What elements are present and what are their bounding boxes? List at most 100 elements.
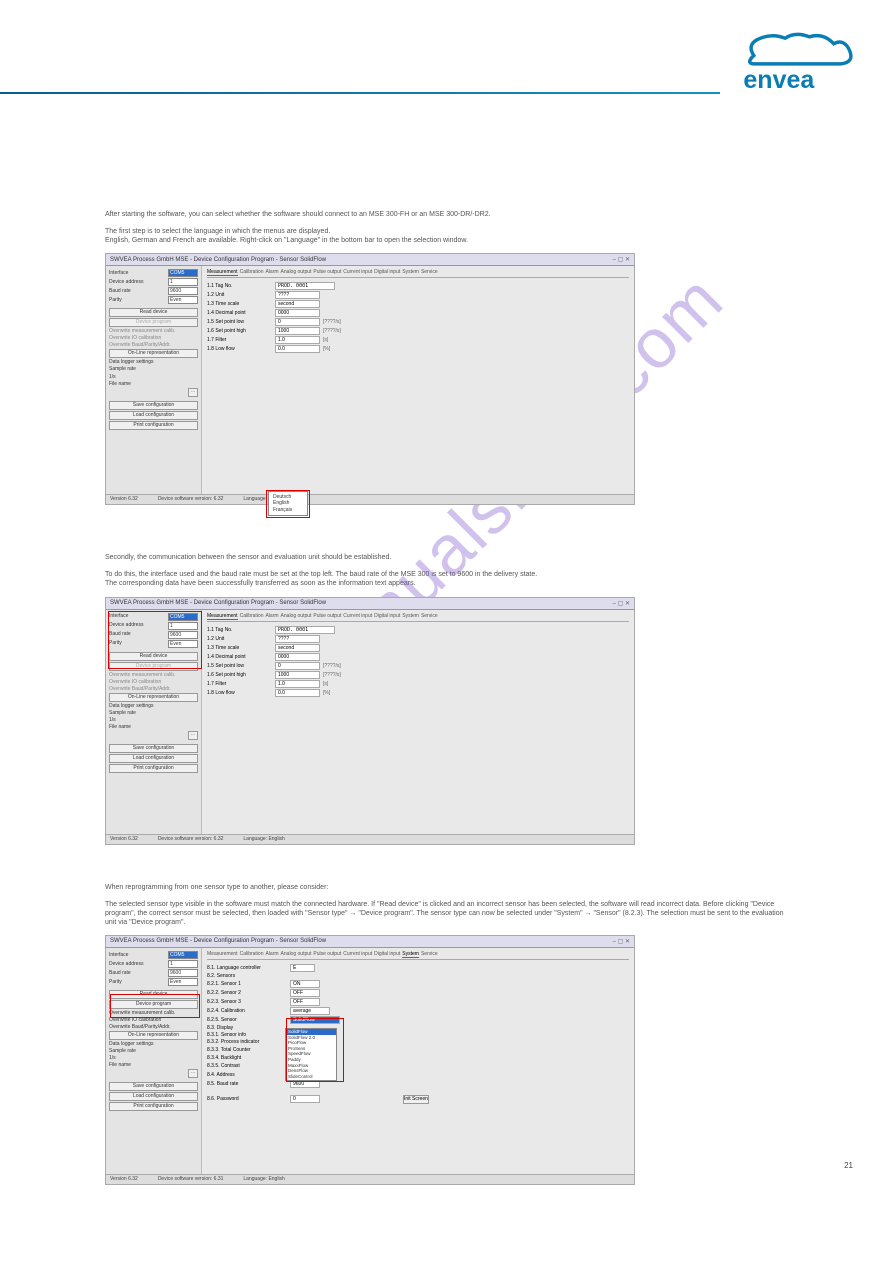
unit-input[interactable]: ???? xyxy=(275,291,320,299)
window-buttons[interactable]: – ▢ ✕ xyxy=(613,256,630,263)
status-language[interactable]: Language: xyxy=(243,496,267,503)
tab-alarm[interactable]: Alarm xyxy=(265,613,278,620)
tab-system[interactable]: System xyxy=(402,951,419,958)
interface-select[interactable]: COM5 xyxy=(168,951,198,959)
sensor3-select[interactable]: OFF xyxy=(290,998,320,1006)
tab-pulse-output[interactable]: Pulse output xyxy=(313,951,341,958)
device-address-select[interactable]: 1 xyxy=(168,960,198,968)
print-config-button[interactable]: Print configuration xyxy=(109,764,198,773)
password-input[interactable]: 0 xyxy=(290,1095,320,1103)
device-program-button[interactable]: Device program xyxy=(109,1000,198,1009)
device-address-select[interactable]: 1 xyxy=(168,622,198,630)
chk-overwrite-baud[interactable]: Overwrite Baud/Parity/Addr. xyxy=(109,686,198,692)
tab-digital-input[interactable]: Digital input xyxy=(374,269,400,276)
device-address-select[interactable]: 1 xyxy=(168,278,198,286)
read-device-button[interactable]: Read device xyxy=(109,990,198,999)
filename-input[interactable] xyxy=(109,731,186,740)
interface-select[interactable]: COM5 xyxy=(168,269,198,277)
interface-select[interactable]: COM5 xyxy=(168,613,198,621)
tab-alarm[interactable]: Alarm xyxy=(265,269,278,276)
baudrate-select[interactable]: 9600 xyxy=(168,631,198,639)
online-rep-button[interactable]: On-Line representation xyxy=(109,349,198,358)
tab-system[interactable]: System xyxy=(402,613,419,620)
samplerate-select[interactable]: 1/s xyxy=(109,374,139,380)
tab-service[interactable]: Service xyxy=(421,613,438,620)
chk-overwrite-meas[interactable]: Overwrite measurement calib. xyxy=(109,1010,198,1016)
online-rep-button[interactable]: On-Line representation xyxy=(109,693,198,702)
tab-analog-output[interactable]: Analog output xyxy=(281,269,312,276)
samplerate-select[interactable]: 1/s xyxy=(109,1055,139,1061)
setpointhigh-input[interactable]: 1000 xyxy=(275,671,320,679)
timescale-select[interactable]: second xyxy=(275,644,320,652)
status-language[interactable]: Language: English xyxy=(243,1176,284,1183)
parity-select[interactable]: Even xyxy=(168,640,198,648)
lang-controller-select[interactable]: E xyxy=(290,964,315,972)
tab-measurement[interactable]: Measurement xyxy=(207,951,238,958)
tab-system[interactable]: System xyxy=(402,269,419,276)
tab-analog-output[interactable]: Analog output xyxy=(281,951,312,958)
filename-input[interactable] xyxy=(109,388,186,397)
tab-measurement[interactable]: Measurement xyxy=(207,269,238,276)
samplerate-select[interactable]: 1/s xyxy=(109,717,139,723)
chk-overwrite-baud[interactable]: Overwrite Baud/Parity/Addr. xyxy=(109,342,198,348)
tagno-input[interactable]: PROD. 0001 xyxy=(275,626,335,634)
decimalpoint-select[interactable]: 0000 xyxy=(275,653,320,661)
filter-input[interactable]: 1.0 xyxy=(275,336,320,344)
language-menu[interactable]: Deutsch English Français xyxy=(268,491,308,517)
tab-pulse-output[interactable]: Pulse output xyxy=(313,269,341,276)
load-config-button[interactable]: Load configuration xyxy=(109,754,198,763)
chk-overwrite-meas[interactable]: Overwrite measurement calib. xyxy=(109,328,198,334)
dd-opt-slidecontrol[interactable]: SlideControl xyxy=(286,1074,336,1080)
read-device-button[interactable]: Read device xyxy=(109,308,198,317)
read-device-button[interactable]: Read device xyxy=(109,652,198,661)
tab-current-input[interactable]: Current input xyxy=(343,951,372,958)
tab-calibration[interactable]: Calibration xyxy=(240,269,264,276)
filename-input[interactable] xyxy=(109,1069,186,1078)
save-config-button[interactable]: Save configuration xyxy=(109,744,198,753)
online-rep-button[interactable]: On-Line representation xyxy=(109,1031,198,1040)
load-config-button[interactable]: Load configuration xyxy=(109,1092,198,1101)
setpointlow-input[interactable]: 0 xyxy=(275,318,320,326)
tab-current-input[interactable]: Current input xyxy=(343,269,372,276)
lowflow-input[interactable]: 0.0 xyxy=(275,345,320,353)
load-config-button[interactable]: Load configuration xyxy=(109,411,198,420)
baudrate-select[interactable]: 9600 xyxy=(168,969,198,977)
print-config-button[interactable]: Print configuration xyxy=(109,421,198,430)
unit-input[interactable]: ???? xyxy=(275,635,320,643)
timescale-select[interactable]: second xyxy=(275,300,320,308)
chk-overwrite-io[interactable]: Overwrite IO calibration xyxy=(109,1017,198,1023)
tab-calibration[interactable]: Calibration xyxy=(240,951,264,958)
tab-measurement[interactable]: Measurement xyxy=(207,613,238,620)
lowflow-input[interactable]: 0.0 xyxy=(275,689,320,697)
tab-current-input[interactable]: Current input xyxy=(343,613,372,620)
chk-overwrite-io[interactable]: Overwrite IO calibration xyxy=(109,335,198,341)
tagno-input[interactable]: PROD. 0001 xyxy=(275,282,335,290)
decimalpoint-select[interactable]: 0000 xyxy=(275,309,320,317)
chk-overwrite-meas[interactable]: Overwrite measurement calib. xyxy=(109,672,198,678)
device-program-button[interactable]: Device program xyxy=(109,662,198,671)
window-buttons[interactable]: – ▢ ✕ xyxy=(613,600,630,607)
tab-digital-input[interactable]: Digital input xyxy=(374,613,400,620)
tab-digital-input[interactable]: Digital input xyxy=(374,951,400,958)
tab-pulse-output[interactable]: Pulse output xyxy=(313,613,341,620)
init-screen-button[interactable]: Init Screen xyxy=(403,1095,429,1104)
lang-fr[interactable]: Français xyxy=(273,507,303,514)
device-program-button[interactable]: Device program xyxy=(109,318,198,327)
chk-overwrite-baud[interactable]: Overwrite Baud/Parity/Addr. xyxy=(109,1024,198,1030)
sensortype-select[interactable]: SolidFlow xyxy=(290,1016,340,1024)
save-config-button[interactable]: Save configuration xyxy=(109,1082,198,1091)
tab-alarm[interactable]: Alarm xyxy=(265,951,278,958)
parity-select[interactable]: Even xyxy=(168,978,198,986)
tab-calibration[interactable]: Calibration xyxy=(240,613,264,620)
tab-analog-output[interactable]: Analog output xyxy=(281,613,312,620)
sys-baudrate-select[interactable]: 9600 xyxy=(290,1080,320,1088)
filename-browse-button[interactable]: ⋯ xyxy=(188,388,198,397)
setpointhigh-input[interactable]: 1000 xyxy=(275,327,320,335)
filename-browse-button[interactable]: ⋯ xyxy=(188,731,198,740)
sensor2-select[interactable]: OFF xyxy=(290,989,320,997)
baudrate-select[interactable]: 9600 xyxy=(168,287,198,295)
sensortype-dropdown[interactable]: SolidFlow SolidFlow 2.0 PicoFlow ProSens… xyxy=(285,1028,337,1081)
parity-select[interactable]: Even xyxy=(168,296,198,304)
print-config-button[interactable]: Print configuration xyxy=(109,1102,198,1111)
calibration-select[interactable]: average xyxy=(290,1007,330,1015)
